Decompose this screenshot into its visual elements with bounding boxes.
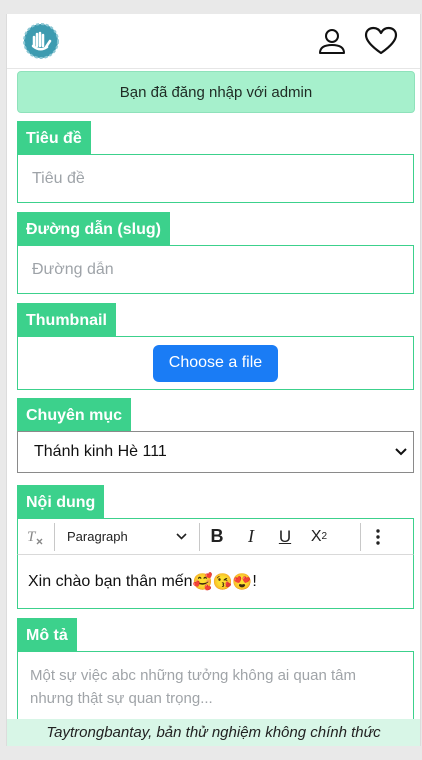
login-alert: Bạn đã đăng nhập với admin [17, 71, 415, 113]
chevron-down-icon [176, 533, 187, 540]
content-text: Xin chào bạn thân mến [28, 572, 193, 590]
category-group: Chuyên mục Thánh kinh Hè 111 [17, 398, 414, 473]
description-textarea[interactable]: Một sự việc abc những tưởng không ai qua… [17, 651, 414, 721]
content-suffix: ! [252, 572, 257, 590]
clear-format-icon[interactable]: T [18, 519, 54, 554]
category-label: Chuyên mục [17, 398, 132, 431]
title-group: Tiêu đề [17, 121, 414, 203]
underline-icon[interactable]: U [268, 519, 302, 554]
hand-heart-logo-icon[interactable] [22, 22, 60, 60]
category-selected-value: Thánh kinh Hè 111 [34, 443, 167, 460]
thumbnail-label: Thumbnail [17, 303, 116, 336]
more-options-icon[interactable] [361, 519, 395, 554]
italic-icon[interactable]: I [234, 519, 268, 554]
choose-file-button[interactable]: Choose a file [152, 344, 279, 382]
title-field-wrapper [17, 154, 414, 203]
paragraph-format-label: Paragraph [67, 529, 128, 544]
footer-text: Taytrongbantay, bản thử nghiệm không chí… [46, 724, 381, 741]
category-select[interactable]: Thánh kinh Hè 111 [17, 431, 414, 473]
thumbnail-group: Thumbnail Choose a file [17, 303, 414, 390]
content-emojis: 🥰😘😍 [192, 573, 253, 591]
content-label: Nội dung [17, 485, 105, 518]
slug-label: Đường dẫn (slug) [17, 212, 170, 245]
top-header [7, 14, 420, 69]
app-frame: Bạn đã đăng nhập với admin Tiêu đề Đường… [6, 14, 421, 746]
footer-banner: Taytrongbantay, bản thử nghiệm không chí… [7, 719, 420, 746]
thumbnail-dropzone: Choose a file [17, 336, 414, 390]
slug-group: Đường dẫn (slug) [17, 212, 414, 294]
chevron-down-icon [395, 448, 407, 456]
content-group: Nội dung T Paragraph B I U X2 Xin chào b… [17, 485, 414, 609]
description-label: Mô tả [17, 618, 77, 651]
description-group: Mô tả Một sự việc abc những tưởng không … [17, 618, 414, 721]
slug-field-wrapper [17, 245, 414, 294]
subscript-icon[interactable]: X2 [302, 519, 336, 554]
content-editor[interactable]: Xin chào bạn thân mến 🥰😘😍! [17, 555, 414, 609]
slug-input[interactable] [30, 259, 413, 280]
alert-text: Bạn đã đăng nhập với admin [119, 83, 313, 101]
title-label: Tiêu đề [17, 121, 91, 154]
svg-text:T: T [27, 529, 37, 545]
description-placeholder: Một sự việc abc những tưởng không ai qua… [30, 667, 356, 707]
bold-icon[interactable]: B [200, 519, 234, 554]
editor-toolbar: T Paragraph B I U X2 [17, 518, 414, 555]
user-icon[interactable] [315, 24, 349, 58]
heart-icon[interactable] [364, 24, 398, 58]
title-input[interactable] [30, 168, 413, 189]
paragraph-format-dropdown[interactable]: Paragraph [55, 519, 199, 554]
